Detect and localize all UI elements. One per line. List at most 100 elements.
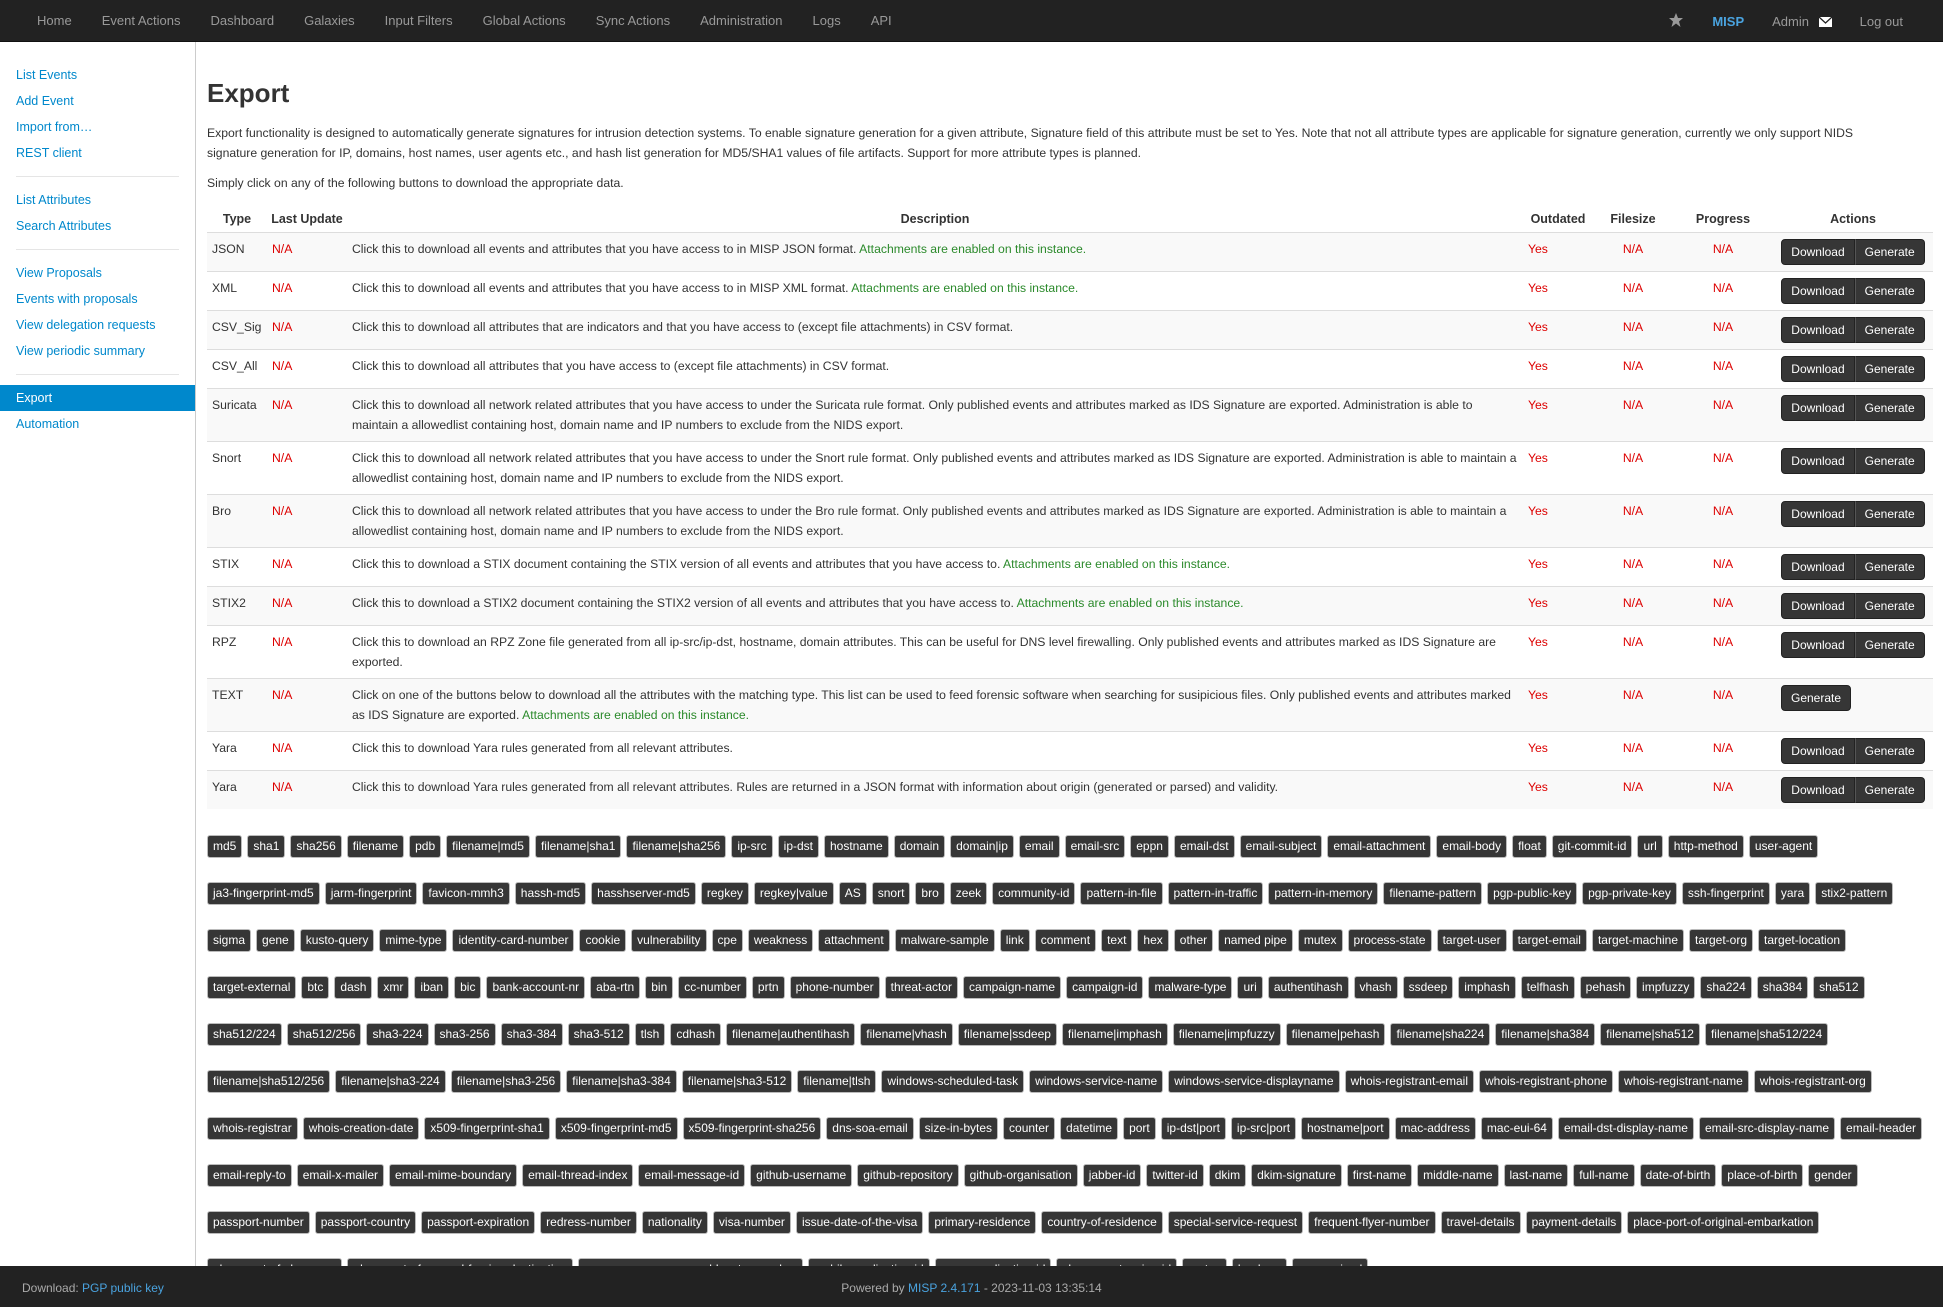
attribute-type-button[interactable]: btc bbox=[301, 976, 330, 999]
attribute-type-button[interactable]: pattern-in-traffic bbox=[1167, 882, 1264, 905]
attribute-type-button[interactable]: last-name bbox=[1503, 1164, 1569, 1187]
attribute-type-button[interactable]: sha256 bbox=[290, 835, 342, 858]
attribute-type-button[interactable]: eppn bbox=[1130, 835, 1169, 858]
attribute-type-button[interactable]: filename|authentihash bbox=[726, 1023, 856, 1046]
attribute-type-button[interactable]: git-commit-id bbox=[1551, 835, 1633, 858]
sidebar-item-import-from[interactable]: Import from… bbox=[0, 114, 195, 140]
attribute-type-button[interactable]: filename|sha1 bbox=[534, 835, 622, 858]
attribute-type-button[interactable]: windows-service-name bbox=[1029, 1070, 1164, 1093]
attribute-type-button[interactable]: passport-expiration bbox=[421, 1211, 536, 1234]
attribute-type-button[interactable]: regkey bbox=[700, 882, 749, 905]
attribute-type-button[interactable]: other bbox=[1173, 929, 1214, 952]
attribute-type-button[interactable]: x509-fingerprint-sha1 bbox=[424, 1117, 550, 1140]
attribute-type-button[interactable]: pehash bbox=[1579, 976, 1632, 999]
attribute-type-button[interactable]: telfhash bbox=[1520, 976, 1575, 999]
attribute-type-button[interactable]: ssdeep bbox=[1402, 976, 1454, 999]
attribute-type-button[interactable]: sha1 bbox=[247, 835, 286, 858]
attribute-type-button[interactable]: email-body bbox=[1436, 835, 1508, 858]
attribute-type-button[interactable]: filename|sha512 bbox=[1600, 1023, 1700, 1046]
attribute-type-button[interactable]: ip-dst bbox=[777, 835, 819, 858]
attribute-type-button[interactable]: sha3-384 bbox=[500, 1023, 563, 1046]
attribute-type-button[interactable]: named pipe bbox=[1218, 929, 1293, 952]
attribute-type-button[interactable]: port bbox=[1123, 1117, 1156, 1140]
attribute-type-button[interactable]: comment bbox=[1034, 929, 1097, 952]
generate-button[interactable]: Generate bbox=[1854, 239, 1925, 265]
attribute-type-button[interactable]: dash bbox=[334, 976, 373, 999]
download-button[interactable]: Download bbox=[1781, 356, 1855, 382]
nav-item-home[interactable]: Home bbox=[22, 0, 87, 42]
attribute-type-button[interactable]: full-name bbox=[1573, 1164, 1635, 1187]
attribute-type-button[interactable]: country-of-residence bbox=[1041, 1211, 1163, 1234]
sidebar-item-search-attributes[interactable]: Search Attributes bbox=[0, 213, 195, 239]
star-icon[interactable] bbox=[1654, 12, 1698, 31]
attribute-type-button[interactable]: hostname|port bbox=[1301, 1117, 1390, 1140]
attribute-type-button[interactable]: frequent-flyer-number bbox=[1308, 1211, 1436, 1234]
attribute-type-button[interactable]: target-external bbox=[207, 976, 297, 999]
attribute-type-button[interactable]: gender bbox=[1808, 1164, 1858, 1187]
attribute-type-button[interactable]: payment-details bbox=[1525, 1211, 1623, 1234]
attribute-type-button[interactable]: cookie bbox=[579, 929, 627, 952]
attribute-type-button[interactable]: target-org bbox=[1689, 929, 1754, 952]
attribute-type-button[interactable]: bank-account-nr bbox=[486, 976, 586, 999]
attribute-type-button[interactable]: cdhash bbox=[670, 1023, 722, 1046]
attribute-type-button[interactable]: github-username bbox=[750, 1164, 853, 1187]
attribute-type-button[interactable]: email-dst bbox=[1173, 835, 1235, 858]
attribute-type-button[interactable]: hostname bbox=[824, 835, 889, 858]
attribute-type-button[interactable]: travel-details bbox=[1440, 1211, 1521, 1234]
attribute-type-button[interactable]: filename|imphash bbox=[1061, 1023, 1168, 1046]
attribute-type-button[interactable]: sha512/256 bbox=[286, 1023, 362, 1046]
attribute-type-button[interactable]: campaign-id bbox=[1066, 976, 1144, 999]
attribute-type-button[interactable]: bic bbox=[454, 976, 482, 999]
attribute-type-button[interactable]: hassh-md5 bbox=[514, 882, 587, 905]
generate-button[interactable]: Generate bbox=[1854, 554, 1925, 580]
attribute-type-button[interactable]: target-email bbox=[1511, 929, 1587, 952]
attribute-type-button[interactable]: filename|ssdeep bbox=[957, 1023, 1057, 1046]
attribute-type-button[interactable]: malware-sample bbox=[894, 929, 995, 952]
attribute-type-button[interactable]: filename|sha512/224 bbox=[1704, 1023, 1829, 1046]
attribute-type-button[interactable]: ssh-fingerprint bbox=[1681, 882, 1770, 905]
download-button[interactable]: Download bbox=[1781, 501, 1855, 527]
attribute-type-button[interactable]: twitter-id bbox=[1146, 1164, 1204, 1187]
attribute-type-button[interactable]: email-mime-boundary bbox=[389, 1164, 518, 1187]
attribute-type-button[interactable]: counter bbox=[1003, 1117, 1056, 1140]
attribute-type-button[interactable]: email-thread-index bbox=[522, 1164, 634, 1187]
attribute-type-button[interactable]: filename|tlsh bbox=[797, 1070, 877, 1093]
attribute-type-button[interactable]: sha3-512 bbox=[567, 1023, 630, 1046]
attribute-type-button[interactable]: identity-card-number bbox=[452, 929, 575, 952]
attribute-type-button[interactable]: imphash bbox=[1458, 976, 1516, 999]
attribute-type-button[interactable]: email-subject bbox=[1239, 835, 1323, 858]
download-button[interactable]: Download bbox=[1781, 554, 1855, 580]
nav-item-logs[interactable]: Logs bbox=[798, 0, 856, 42]
attribute-type-button[interactable]: email-message-id bbox=[638, 1164, 746, 1187]
attribute-type-button[interactable]: filename|sha224 bbox=[1390, 1023, 1491, 1046]
attribute-type-button[interactable]: datetime bbox=[1060, 1117, 1119, 1140]
attribute-type-button[interactable]: date-of-birth bbox=[1639, 1164, 1717, 1187]
nav-item-event-actions[interactable]: Event Actions bbox=[87, 0, 196, 42]
attribute-type-button[interactable]: gene bbox=[256, 929, 295, 952]
attribute-type-button[interactable]: hex bbox=[1137, 929, 1169, 952]
brand-link[interactable]: MISP bbox=[1698, 14, 1758, 29]
attribute-type-button[interactable]: middle-name bbox=[1417, 1164, 1499, 1187]
attribute-type-button[interactable]: special-service-request bbox=[1167, 1211, 1304, 1234]
attribute-type-button[interactable]: attachment bbox=[818, 929, 890, 952]
sidebar-item-view-delegation-requests[interactable]: View delegation requests bbox=[0, 312, 195, 338]
sidebar-item-add-event[interactable]: Add Event bbox=[0, 88, 195, 114]
attribute-type-button[interactable]: filename|sha3-224 bbox=[335, 1070, 446, 1093]
attribute-type-button[interactable]: email-reply-to bbox=[207, 1164, 292, 1187]
download-button[interactable]: Download bbox=[1781, 317, 1855, 343]
attribute-type-button[interactable]: tlsh bbox=[634, 1023, 666, 1046]
attribute-type-button[interactable]: filename|sha256 bbox=[626, 835, 727, 858]
attribute-type-button[interactable]: whois-registrant-phone bbox=[1478, 1070, 1614, 1093]
attribute-type-button[interactable]: first-name bbox=[1346, 1164, 1413, 1187]
generate-button[interactable]: Generate bbox=[1854, 448, 1925, 474]
attribute-type-button[interactable]: sha3-256 bbox=[433, 1023, 496, 1046]
sidebar-item-events-with-proposals[interactable]: Events with proposals bbox=[0, 286, 195, 312]
attribute-type-button[interactable]: yara bbox=[1774, 882, 1811, 905]
attribute-type-button[interactable]: dns-soa-email bbox=[826, 1117, 914, 1140]
attribute-type-button[interactable]: threat-actor bbox=[884, 976, 959, 999]
attribute-type-button[interactable]: target-user bbox=[1436, 929, 1507, 952]
attribute-type-button[interactable]: cc-number bbox=[678, 976, 747, 999]
generate-button[interactable]: Generate bbox=[1854, 501, 1925, 527]
attribute-type-button[interactable]: mac-address bbox=[1394, 1117, 1476, 1140]
attribute-type-button[interactable]: target-location bbox=[1758, 929, 1847, 952]
